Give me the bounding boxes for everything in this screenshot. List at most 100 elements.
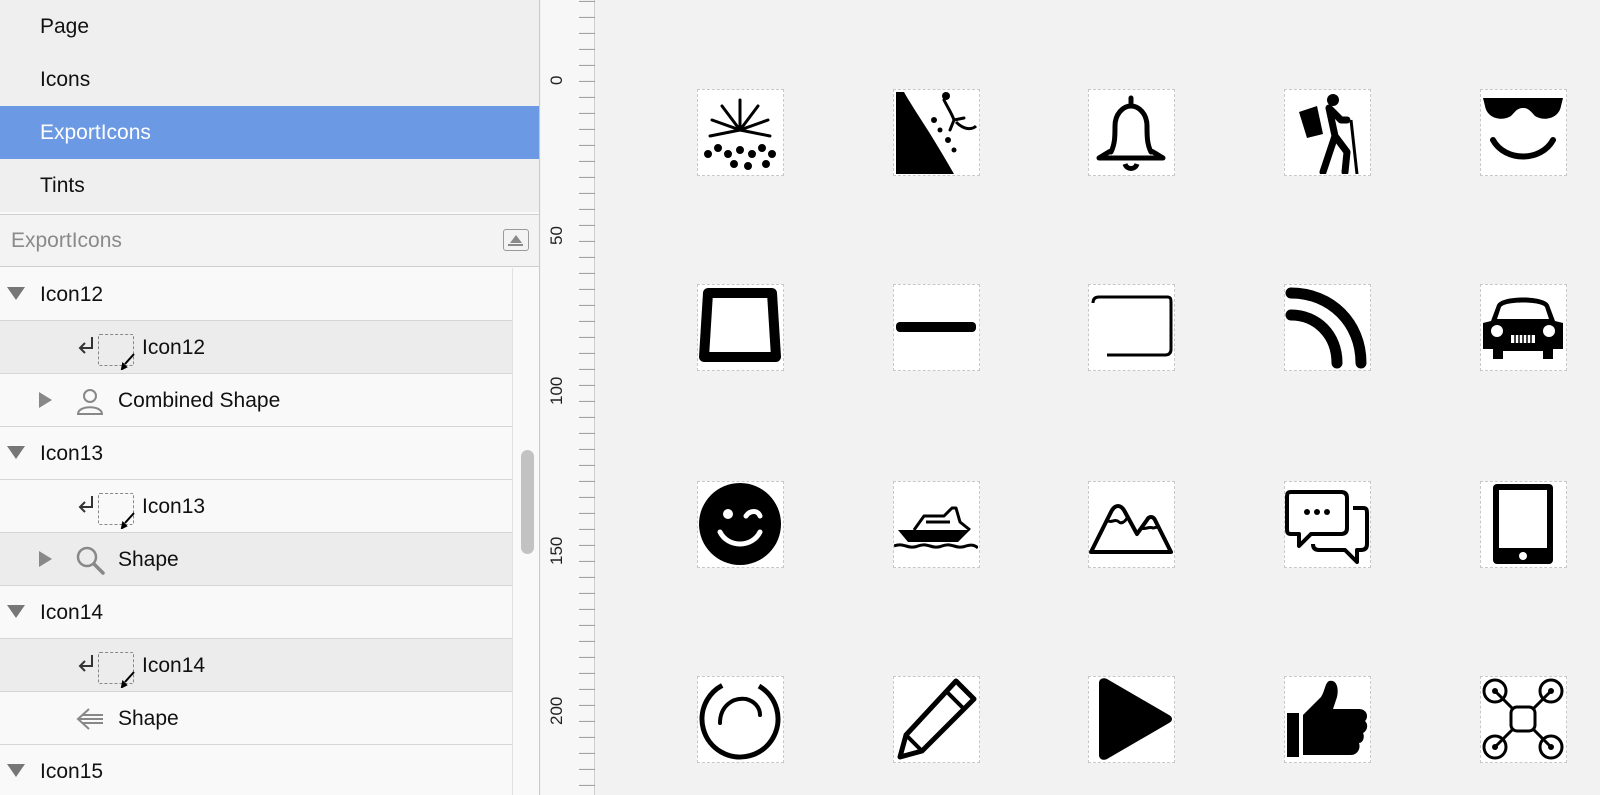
layer-combined-shape[interactable]: Combined Shape [0, 374, 512, 427]
artboard-cool-face[interactable] [1480, 89, 1567, 176]
layer-label: Icon13 [40, 442, 104, 465]
ruler-label: 100 [547, 377, 566, 405]
person-icon [76, 389, 104, 415]
drone-icon [1482, 678, 1564, 760]
artboard-smartphone[interactable] [1480, 481, 1567, 568]
mask-brush-icon [120, 671, 135, 688]
artboard-fireworks[interactable] [697, 89, 784, 176]
disclosure-triangle-expanded-icon[interactable] [7, 764, 25, 777]
collapse-pages-button[interactable] [503, 229, 529, 251]
layer-label: Icon12 [142, 336, 206, 359]
ruler-label: 200 [547, 697, 566, 725]
layers-scrollbar-thumb[interactable] [521, 450, 534, 554]
artboard-minus[interactable] [893, 284, 980, 371]
disclosure-triangle-collapsed-icon[interactable] [39, 551, 52, 567]
layers-header-title: ExportIcons [11, 229, 122, 252]
artboard-landslide[interactable] [893, 89, 980, 176]
artboard-wifi-signal[interactable] [1284, 284, 1371, 371]
ruler-scale: 0 50 100 150 200 [547, 0, 595, 786]
hiker-icon [1299, 94, 1359, 174]
rounded-rect-icon [1091, 295, 1173, 357]
pencil-icon [897, 678, 977, 760]
eject-icon [510, 235, 522, 243]
wink-face-icon [699, 483, 781, 565]
artboard-play[interactable] [1088, 676, 1175, 763]
mask-arrow-icon [78, 655, 93, 672]
ruler-label: 50 [547, 226, 566, 245]
artboard-car-front[interactable] [1480, 284, 1567, 371]
cool-face-icon [1483, 98, 1563, 160]
thumbs-up-icon [1287, 680, 1368, 757]
vertical-ruler: 0 50 100 150 200 [541, 0, 595, 795]
chat-bubbles-icon [1285, 490, 1369, 564]
page-item-label: Tints [40, 174, 85, 197]
artboard-chat-bubbles[interactable] [1284, 481, 1371, 568]
layer-shape-magnifier[interactable]: Shape [0, 533, 512, 586]
artboard-pencil[interactable] [893, 676, 980, 763]
layer-group-icon13[interactable]: Icon13 [0, 427, 512, 480]
mask-arrow-icon [78, 496, 93, 513]
disclosure-triangle-expanded-icon[interactable] [7, 605, 25, 618]
mountains-icon [1089, 504, 1173, 554]
minus-icon [896, 322, 976, 332]
play-icon [1099, 678, 1172, 760]
wifi-signal-icon [1285, 287, 1367, 369]
layer-label: Icon12 [40, 283, 104, 306]
layer-label: Icon13 [142, 495, 206, 518]
layers-sidebar: Page Icons ExportIcons Tints ExportIcons… [0, 0, 540, 795]
layer-group-icon14[interactable]: Icon14 [0, 586, 512, 639]
artboard-thumbs-up[interactable] [1284, 676, 1371, 763]
artboard-hiker[interactable] [1284, 89, 1371, 176]
page-item-label: Icons [40, 68, 91, 91]
layer-label: Icon14 [142, 654, 206, 677]
trapezoid-icon [699, 288, 781, 362]
eject-bar [508, 244, 523, 246]
layer-group-icon15[interactable]: Icon15 [0, 745, 512, 795]
artboard-mountains[interactable] [1088, 481, 1175, 568]
disclosure-triangle-expanded-icon[interactable] [7, 446, 25, 459]
ruler-label: 150 [547, 537, 566, 565]
layers-scrollbar[interactable] [512, 268, 539, 795]
disclosure-triangle-expanded-icon[interactable] [7, 287, 25, 300]
page-item-label: Page [40, 15, 90, 38]
page-item-icons[interactable]: Icons [0, 53, 539, 106]
layers-list: Icon12 Icon12 Combined Shape Icon13 Icon… [0, 268, 512, 795]
yacht-icon [894, 506, 978, 550]
layer-shape-arrow[interactable]: Shape [0, 692, 512, 745]
artboard-bell[interactable] [1088, 89, 1175, 176]
layer-label: Icon14 [40, 601, 104, 624]
car-front-icon [1483, 297, 1563, 359]
smartphone-icon [1493, 484, 1553, 564]
fireworks-icon [704, 98, 776, 170]
layer-mask-icon14[interactable]: Icon14 [0, 639, 512, 692]
page-item-page[interactable]: Page [0, 0, 539, 53]
layer-label: Combined Shape [118, 389, 281, 412]
disclosure-triangle-collapsed-icon[interactable] [39, 392, 52, 408]
landslide-icon [896, 92, 978, 174]
artboard-rounded-rect[interactable] [1088, 284, 1175, 371]
refresh-circle-icon [699, 678, 781, 760]
page-item-tints[interactable]: Tints [0, 159, 539, 212]
ruler-label: 0 [547, 76, 566, 85]
artboard-drone[interactable] [1480, 676, 1567, 763]
artboard-trapezoid[interactable] [697, 284, 784, 371]
layer-label: Shape [118, 707, 179, 730]
layer-mask-icon13[interactable]: Icon13 [0, 480, 512, 533]
layer-label: Icon15 [40, 760, 104, 783]
layers-header: ExportIcons [0, 215, 539, 267]
mask-brush-icon [120, 353, 135, 370]
layer-label: Shape [118, 548, 179, 571]
artboard-wink-face[interactable] [697, 481, 784, 568]
arrow-left-icon [76, 708, 103, 730]
mask-arrow-icon [78, 337, 93, 354]
page-item-label: ExportIcons [40, 121, 151, 144]
page-item-exporticons[interactable]: ExportIcons [0, 106, 539, 159]
artboard-refresh-circle[interactable] [697, 676, 784, 763]
magnifier-icon [76, 546, 105, 575]
mask-brush-icon [120, 512, 135, 529]
layer-mask-icon12[interactable]: Icon12 [0, 321, 512, 374]
canvas[interactable] [596, 0, 1600, 795]
layer-group-icon12[interactable]: Icon12 [0, 268, 512, 321]
bell-icon [1096, 95, 1166, 171]
artboard-yacht[interactable] [893, 481, 980, 568]
